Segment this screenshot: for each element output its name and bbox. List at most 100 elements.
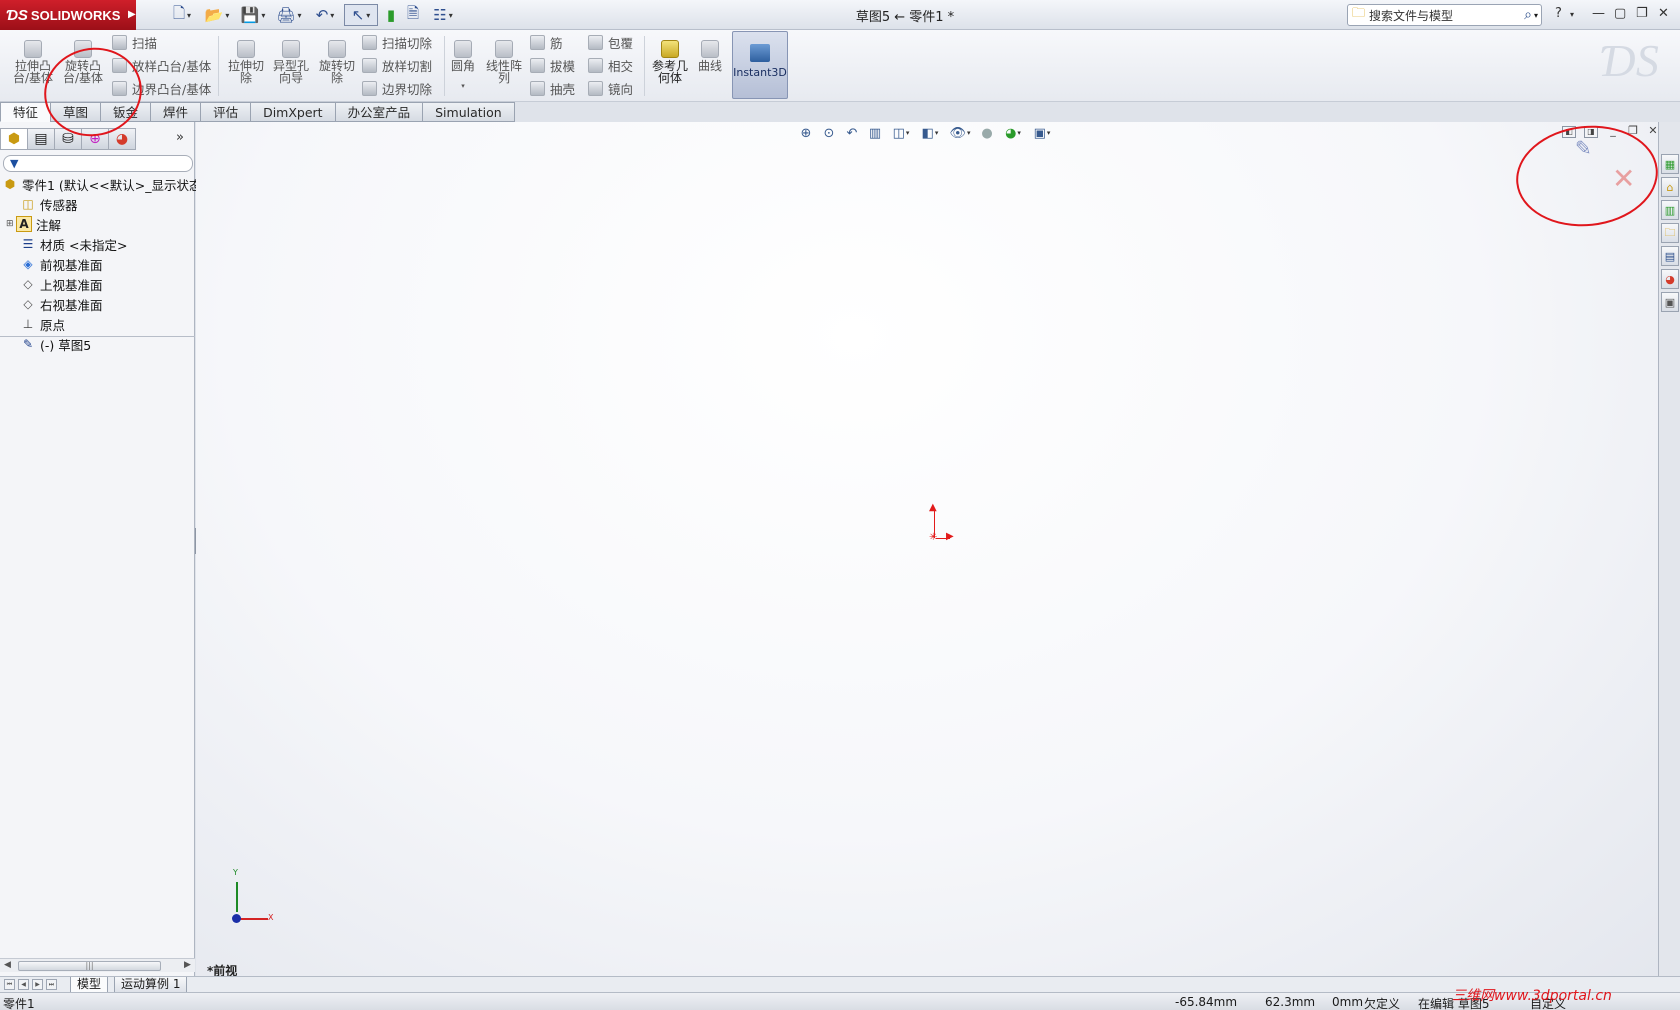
tab-simulation[interactable]: Simulation (422, 102, 515, 122)
task-pane-appearances-icon[interactable]: ◕ (1661, 269, 1679, 289)
tree-root-part[interactable]: ⬢ 零件1 (默认<<默认>_显示状态 (2, 174, 202, 194)
linear-pattern-button[interactable]: 线性阵 列 (482, 40, 526, 84)
edit-appearance-button[interactable]: ● (977, 124, 997, 142)
scroll-left-icon[interactable]: ◀ (4, 960, 11, 970)
chevron-down-icon: ▾ (905, 129, 910, 137)
task-pane-design-library-icon[interactable]: ▥ (1661, 200, 1679, 220)
tree-filter-input[interactable]: ▼ (3, 155, 193, 172)
fillet-button[interactable]: 圆角 ▾ (448, 40, 478, 92)
instant3d-button[interactable]: Instant3D (732, 31, 788, 99)
scroll-thumb[interactable]: ||| (18, 961, 161, 971)
shell-button[interactable]: 抽壳 (530, 78, 575, 98)
task-pane-resources-icon[interactable]: ▦ (1661, 154, 1679, 174)
save-button[interactable]: 💾 ▾ (236, 4, 270, 26)
hole-wizard-button[interactable]: 异型孔 向导 (268, 40, 314, 84)
curves-button[interactable]: 曲线 (694, 40, 726, 72)
open-button[interactable]: 📂 ▾ (200, 4, 234, 26)
mirror-button[interactable]: 镜向 (588, 78, 633, 98)
tree-item-front-plane[interactable]: ◈ 前视基准面 (10, 254, 102, 274)
tab-motion-study-1[interactable]: 运动算例 1 (114, 977, 188, 993)
intersect-button[interactable]: 相交 (588, 55, 633, 75)
search-input[interactable]: 🗀 搜索文件与模型 ⌕ ▾ (1347, 4, 1542, 26)
tree-item-top-plane[interactable]: ◇ 上视基准面 (10, 274, 102, 294)
task-pane-view-palette-icon[interactable]: ▤ (1661, 246, 1679, 266)
open-folder-icon: 📂 (204, 6, 224, 24)
sweep-cut-button[interactable]: 扫描切除 (362, 32, 432, 52)
sensor-icon: ◫ (22, 197, 34, 211)
site-watermark: 三维网www.3dportal.cn (1452, 988, 1612, 1004)
property-manager-tab[interactable]: ▤ (27, 128, 55, 150)
panel-expand-icon[interactable]: » (176, 130, 184, 145)
part-icon: ⬢ (7, 131, 21, 147)
sweep-button[interactable]: 扫描 (112, 32, 157, 52)
eye-icon: 👁 (949, 125, 966, 141)
close-icon[interactable]: ✕ (1658, 6, 1669, 21)
new-document-button[interactable]: 🗋 ▾ (166, 4, 198, 26)
tree-item-annotations[interactable]: ⊞ A 注解 (6, 214, 61, 234)
restore-icon[interactable]: ❐ (1636, 6, 1648, 21)
tree-item-label: 右视基准面 (40, 297, 103, 313)
next-tab-icon[interactable]: ▶ (32, 979, 43, 990)
task-pane-file-explorer-icon[interactable]: 🗀 (1661, 223, 1679, 243)
chevron-down-icon[interactable]: ▾ (1570, 10, 1574, 19)
help-icon[interactable]: ? (1555, 6, 1562, 21)
section-view-button[interactable]: ▥ (865, 124, 885, 142)
feature-manager-tab[interactable]: ⬢ (0, 128, 28, 150)
ribbon-divider (218, 36, 219, 96)
display-style-button[interactable]: ◧ ▾ (917, 124, 943, 142)
print-button[interactable]: 🖨 ▾ (272, 4, 306, 26)
tree-item-sensors[interactable]: ◫ 传感器 (10, 194, 77, 214)
boundary-cut-button[interactable]: 边界切除 (362, 78, 432, 98)
extrude-cut-button[interactable]: 拉伸切 除 (223, 40, 269, 84)
search-icon[interactable]: ⌕ (1524, 7, 1532, 23)
tab-features[interactable]: 特征 (0, 102, 52, 122)
origin-center-icon[interactable]: ✳ (929, 532, 937, 543)
task-pane-home-icon[interactable]: ⌂ (1661, 177, 1679, 197)
zoom-to-fit-button[interactable]: ⊕ (796, 124, 816, 142)
first-tab-icon[interactable]: ⏮ (4, 979, 15, 990)
select-button[interactable]: ↖ ▾ (344, 4, 378, 26)
graphics-area[interactable]: ⊕ ⊙ ↶ ▥ ◫ ▾ ◧ ▾ 👁 ▾ ● ◕ ▾ ▣ ▾ ◧ ◨ _ ❐ ✕ ✎ ✕ ▲… (196, 122, 1658, 978)
loft-cut-button[interactable]: 放样切割 (362, 55, 432, 75)
tree-item-right-plane[interactable]: ◇ 右视基准面 (10, 294, 103, 314)
maximize-icon[interactable]: ▢ (1614, 6, 1626, 21)
tab-model[interactable]: 模型 (70, 977, 109, 993)
logo-menu-arrow-icon[interactable]: ▶ (128, 9, 136, 20)
minimize-icon[interactable]: — (1592, 6, 1605, 21)
options-button[interactable]: ☷ ▾ (426, 4, 460, 26)
file-properties-button[interactable]: 🗎 (402, 4, 424, 26)
revolve-cut-button[interactable]: 旋转切 除 (314, 40, 360, 84)
tree-item-sketch5[interactable]: ✎ (-) 草图5 (10, 334, 91, 354)
undo-button[interactable]: ↶ ▾ (308, 4, 342, 26)
expand-icon[interactable]: ⊞ (6, 219, 16, 229)
zoom-area-button[interactable]: ⊙ (819, 124, 839, 142)
tree-item-origin[interactable]: ⊥ 原点 (10, 314, 65, 334)
previous-view-button[interactable]: ↶ (842, 124, 862, 142)
horizontal-scrollbar[interactable]: ◀ ||| ▶ (0, 958, 195, 972)
reference-geometry-button[interactable]: 参考几 何体 (648, 40, 692, 84)
tab-weldments[interactable]: 焊件 (150, 102, 202, 122)
chevron-down-icon[interactable]: ▾ (448, 80, 478, 92)
view-settings-button[interactable]: ▣ ▾ (1029, 124, 1055, 142)
tree-item-material[interactable]: ☰ 材质 <未指定> (10, 234, 128, 254)
tab-dimxpert[interactable]: DimXpert (250, 102, 336, 122)
tab-evaluate[interactable]: 评估 (200, 102, 252, 122)
heads-up-view-toolbar: ⊕ ⊙ ↶ ▥ ◫ ▾ ◧ ▾ 👁 ▾ ● ◕ ▾ ▣ ▾ (796, 122, 1058, 144)
rebuild-button[interactable]: ▮ (382, 4, 400, 26)
fillet-label: 圆角 (450, 59, 475, 73)
apply-scene-button[interactable]: ◕ ▾ (1000, 124, 1026, 142)
chevron-down-icon[interactable]: ▾ (1534, 11, 1538, 20)
scroll-right-icon[interactable]: ▶ (184, 960, 191, 970)
solidworks-logo[interactable]: ƊS SOLIDWORKS (0, 0, 136, 30)
print-icon: 🖨 (276, 6, 296, 24)
last-tab-icon[interactable]: ⏭ (46, 979, 57, 990)
rib-button[interactable]: 筋 (530, 32, 563, 52)
draft-button[interactable]: 拔模 (530, 55, 575, 75)
task-pane-custom-properties-icon[interactable]: ▣ (1661, 292, 1679, 312)
tab-office-products[interactable]: 办公室产品 (334, 102, 424, 122)
filter-icon: ▼ (10, 157, 19, 170)
view-orientation-button[interactable]: ◫ ▾ (888, 124, 914, 142)
hide-show-items-button[interactable]: 👁 ▾ (946, 124, 974, 142)
prev-tab-icon[interactable]: ◀ (18, 979, 29, 990)
wrap-button[interactable]: 包覆 (588, 32, 633, 52)
